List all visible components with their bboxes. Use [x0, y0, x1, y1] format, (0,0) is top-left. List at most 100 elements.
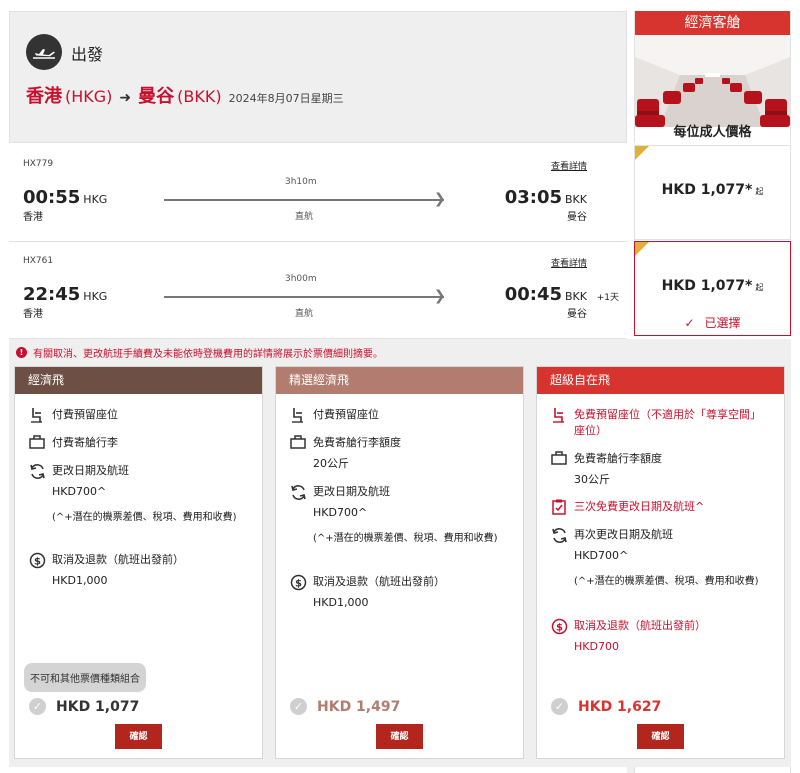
price-from-suffix: 起: [755, 283, 764, 292]
flight-row[interactable]: HX779 查看詳情 00:55 HKG 香港 3h10m ❯ 直航 03:05 B…: [9, 145, 627, 242]
change-note: (^+潛在的機票差價、稅項、費用和收費): [52, 512, 237, 523]
dest-city: 曼谷: [138, 86, 175, 107]
departure-time: 00:55: [23, 187, 81, 208]
arrival-city: 曼谷: [567, 212, 587, 223]
refund-fee: HKD1,000: [52, 574, 108, 587]
fare-total-amount: HKD 1,497: [317, 698, 401, 715]
fare-price-cell-selected[interactable]: HKD 1,077* 起 ✓ 已選擇: [634, 241, 791, 336]
fare-price-value: HKD 1,077*: [661, 278, 753, 294]
fare-total: ✓ HKD 1,077: [29, 698, 139, 715]
svg-text:$: $: [556, 623, 563, 634]
corner-marker: [635, 242, 649, 256]
seat-icon: [289, 407, 307, 423]
checklist-icon: [550, 499, 568, 515]
arrow-right-icon: ❯: [434, 288, 446, 304]
view-details-link[interactable]: 查看詳情: [551, 256, 587, 269]
route-line: [164, 296, 444, 298]
change-fee: HKD700^: [52, 485, 107, 498]
free-change-feature: 三次免費更改日期及航班^: [550, 499, 769, 515]
fare-price: HKD 1,077* 起: [635, 182, 790, 198]
baggage-allowance: 20公斤: [313, 457, 349, 470]
change-note: (^+潛在的機票差價、稅項、費用和收費): [313, 533, 498, 544]
seat-feature: 免費預留座位（不適用於「尊享空間」座位）: [550, 407, 769, 439]
fare-notice-text: 有關取消、更改航班手續費及未能依時登機費用的詳情將展示於票價細則摘要。: [33, 349, 383, 360]
arrival-time: 03:05: [504, 187, 563, 208]
fare-name: 超級自在飛: [537, 367, 784, 394]
fare-price-cell[interactable]: HKD 1,077* 起: [634, 145, 791, 240]
baggage-feature: 付費寄艙行李: [28, 435, 247, 451]
view-details-link[interactable]: 查看詳情: [551, 159, 587, 172]
flight-row[interactable]: HX761 查看詳情 22:45 HKG 香港 3h00m ❯ 直航 00:45 B…: [9, 242, 627, 339]
refund-icon: $: [550, 618, 568, 635]
arrow-right-icon: ➜: [119, 90, 132, 106]
origin-city: 香港: [26, 86, 62, 107]
refresh-icon: [550, 527, 568, 544]
refund-fee: HKD1,000: [313, 596, 369, 609]
fare-price-value: HKD 1,077*: [661, 182, 753, 198]
fare-total-amount: HKD 1,077: [56, 698, 140, 715]
refund-icon: $: [28, 552, 46, 569]
fare-notice: ! 有關取消、更改航班手續費及未能依時登機費用的詳情將展示於票價細則摘要。: [16, 345, 383, 360]
check-icon: ✓: [290, 698, 307, 715]
day-offset: +1天: [596, 293, 619, 303]
change-feature: 再次更改日期及航班: [550, 527, 769, 544]
cabin-column-header: 經濟客艙 每位成人價格: [634, 11, 791, 143]
fare-total: ✓ HKD 1,627: [551, 698, 661, 715]
route-line: [164, 199, 444, 201]
check-icon: ✓: [551, 698, 568, 715]
refund-feature: $ 取消及退款（航班出發前）: [28, 552, 247, 569]
departure-city: 香港: [23, 309, 43, 320]
fare-card-select: 精選經濟飛 付費預留座位 免費寄艙行李額度 20公斤 更改日期及航班 HKD70…: [275, 366, 524, 759]
departure-code: HKG: [83, 193, 108, 206]
flight-duration: 3h00m: [285, 274, 317, 284]
refund-icon: $: [289, 574, 307, 591]
cabin-image: [635, 35, 790, 127]
arrival-code: BKK: [565, 290, 587, 303]
fare-card-economy: 經濟飛 付費預留座位 付費寄艙行李 更改日期及航班 HKD700^ (^+潛在的…: [14, 366, 263, 759]
confirm-button[interactable]: 確認: [376, 724, 423, 749]
plane-takeoff-icon: [26, 34, 62, 70]
svg-text:$: $: [295, 579, 302, 590]
baggage-feature: 免費寄艙行李額度: [289, 435, 508, 451]
seat-feature: 付費預留座位: [289, 407, 508, 423]
refund-fee: HKD700: [574, 640, 619, 653]
luggage-icon: [289, 435, 307, 451]
check-icon: ✓: [29, 698, 46, 715]
svg-text:$: $: [34, 557, 41, 568]
seat-feature: 付費預留座位: [28, 407, 247, 423]
direction-label: 出發: [71, 45, 104, 64]
check-icon: ✓: [684, 316, 695, 330]
refresh-icon: [289, 484, 307, 501]
departure-city: 香港: [23, 212, 43, 223]
refresh-icon: [28, 463, 46, 480]
alert-icon: !: [16, 347, 27, 358]
luggage-icon: [550, 451, 568, 467]
selected-indicator: ✓ 已選擇: [635, 314, 790, 331]
fare-price: HKD 1,077* 起: [635, 278, 790, 294]
cabin-title: 經濟客艙: [635, 11, 790, 35]
change-fee: HKD700^: [313, 506, 368, 519]
arrow-right-icon: ❯: [434, 191, 446, 207]
confirm-button[interactable]: 確認: [115, 724, 162, 749]
selected-label: 已選擇: [704, 316, 741, 330]
fare-total: ✓ HKD 1,497: [290, 698, 400, 715]
arrival: 00:45 BKK 曼谷: [505, 284, 587, 320]
flight-number: HX779: [23, 159, 54, 169]
stops-label: 直航: [295, 309, 314, 319]
next-price-cell-edge: [634, 767, 791, 773]
flight-number: HX761: [23, 256, 54, 266]
seat-icon: [28, 407, 46, 423]
change-note: (^+潛在的機票差價、稅項、費用和收費): [574, 576, 759, 587]
confirm-button[interactable]: 確認: [637, 724, 684, 749]
departure: 00:55 HKG 香港: [23, 187, 107, 223]
arrival-city: 曼谷: [567, 309, 587, 320]
change-fee: HKD700^: [574, 549, 629, 562]
dest-code: (BKK): [177, 87, 222, 106]
departure-code: HKG: [83, 290, 108, 303]
arrival: 03:05 BKK 曼谷: [505, 187, 587, 223]
fare-name: 精選經濟飛: [276, 367, 523, 394]
corner-marker: [635, 146, 649, 160]
baggage-feature: 免費寄艙行李額度: [550, 451, 769, 467]
arrival-time: 00:45: [504, 284, 563, 305]
refund-feature: $ 取消及退款（航班出發前）: [289, 574, 508, 591]
